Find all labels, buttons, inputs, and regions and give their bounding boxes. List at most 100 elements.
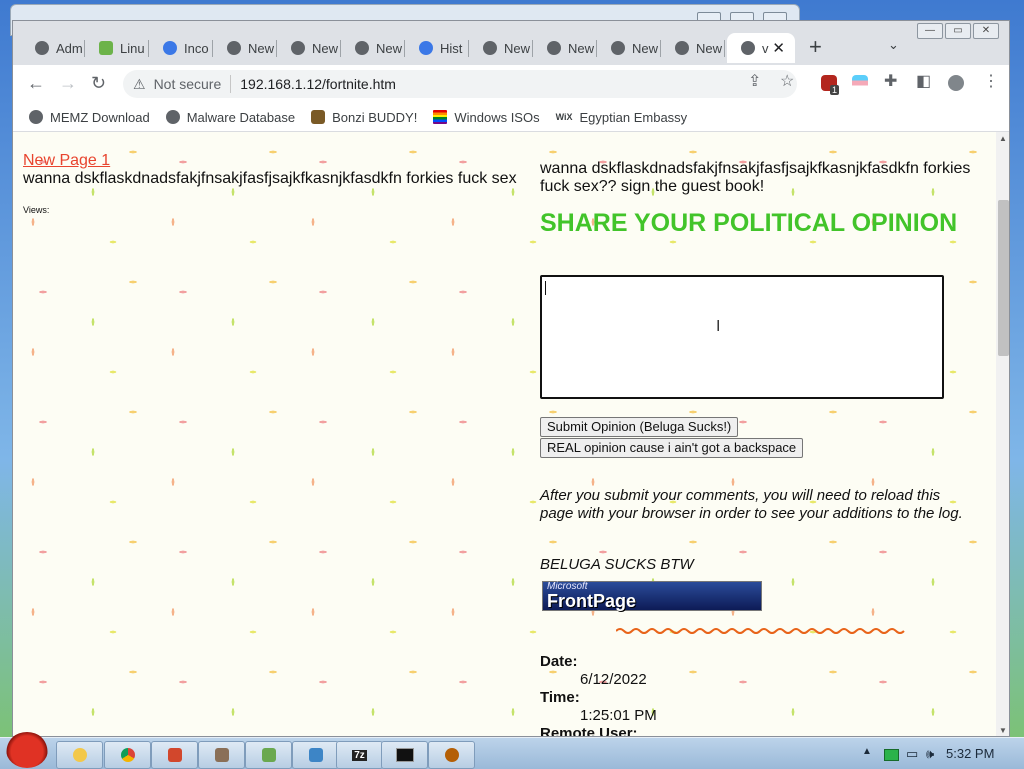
incognito-icon bbox=[163, 41, 177, 55]
forward-button[interactable]: → bbox=[59, 72, 77, 94]
taskbar-cmd[interactable] bbox=[381, 741, 428, 769]
left-text: wanna dskflaskdnadsfakjfnsakjfasfjsajkfk… bbox=[23, 170, 517, 187]
taskbar-app-4[interactable] bbox=[198, 741, 245, 769]
minimize-button[interactable]: — bbox=[917, 23, 943, 39]
bookmark-malware-database[interactable]: Malware Database bbox=[165, 110, 295, 125]
tab-new-6[interactable]: New bbox=[597, 33, 661, 63]
action-center-icon[interactable]: ▭ bbox=[906, 746, 918, 762]
reload-note: After you submit your comments, you will… bbox=[540, 487, 963, 522]
taskbar-chrome[interactable] bbox=[104, 741, 151, 769]
bookmark-egyptian-embassy[interactable]: WiX Egyptian Embassy bbox=[556, 110, 688, 125]
warning-icon: ⚠ bbox=[133, 75, 146, 92]
taskbar-7zip[interactable]: 7z bbox=[336, 741, 383, 769]
bookmarks-bar: MEMZ Download Malware Database Bonzi BUD… bbox=[13, 103, 1009, 132]
beluga-text: BELUGA SUCKS BTW bbox=[540, 556, 694, 573]
taskbar-app-9[interactable] bbox=[428, 741, 475, 769]
chrome-icon bbox=[675, 41, 689, 55]
opinion-textarea[interactable] bbox=[540, 275, 944, 399]
rainbow-flag-icon bbox=[433, 110, 448, 124]
chrome-icon bbox=[291, 41, 305, 55]
network-icon[interactable] bbox=[884, 749, 899, 761]
tab-search-button[interactable]: ⌄ bbox=[888, 37, 899, 53]
time-value: 1:25:01 PM bbox=[580, 707, 657, 724]
chrome-icon bbox=[547, 41, 561, 55]
clock[interactable]: 5:32 PM bbox=[946, 746, 994, 761]
tab-active[interactable]: v ✕ bbox=[727, 33, 795, 63]
scrollbar-thumb[interactable] bbox=[998, 200, 1009, 356]
close-tab-icon[interactable]: ✕ bbox=[772, 39, 785, 57]
tab-new-1[interactable]: New bbox=[213, 33, 277, 63]
app-icon bbox=[214, 748, 229, 762]
side-panel-icon[interactable]: ◧ bbox=[916, 71, 931, 91]
intro-text: wanna dskflaskdnadsfakjfnsakjfasfjsajkfk… bbox=[540, 160, 971, 195]
volume-icon[interactable]: 🕪 bbox=[926, 746, 934, 762]
app-icon bbox=[444, 748, 459, 762]
seven-zip-icon: 7z bbox=[352, 749, 367, 761]
submit-opinion-button[interactable]: Submit Opinion (Beluga Sucks!) bbox=[540, 417, 739, 437]
frontpage-badge: Microsoft FrontPage bbox=[542, 581, 762, 611]
history-icon bbox=[419, 41, 433, 55]
chrome-icon bbox=[120, 748, 135, 762]
extension-badge: 1 bbox=[830, 85, 840, 95]
tab-new-2[interactable]: New bbox=[277, 33, 341, 63]
tab-new-3[interactable]: New bbox=[341, 33, 405, 63]
maximize-button[interactable]: ▭ bbox=[945, 23, 971, 39]
bookmark-star-icon[interactable]: ☆ bbox=[780, 71, 794, 91]
close-button[interactable]: ✕ bbox=[973, 23, 999, 39]
tab-incognito[interactable]: Inco bbox=[149, 33, 213, 63]
taskbar-app-3[interactable] bbox=[151, 741, 198, 769]
reload-button[interactable]: ↻ bbox=[91, 72, 106, 94]
views-counter: Views: bbox=[23, 205, 50, 215]
new-page-link[interactable]: New Page 1 bbox=[23, 152, 110, 170]
address-bar[interactable]: ⚠ Not secure 192.168.1.12/fortnite.htm bbox=[123, 70, 797, 98]
globe-icon bbox=[165, 110, 180, 124]
start-button[interactable] bbox=[6, 732, 48, 768]
tab-new-5[interactable]: New bbox=[533, 33, 597, 63]
new-tab-button[interactable]: + bbox=[809, 35, 822, 59]
app-icon bbox=[167, 748, 182, 762]
linux-mint-icon bbox=[99, 41, 113, 55]
globe-icon bbox=[741, 41, 755, 55]
taskbar-app-6[interactable] bbox=[292, 741, 339, 769]
bookmark-windows-isos[interactable]: Windows ISOs bbox=[433, 110, 540, 125]
ibeam-cursor: I bbox=[716, 318, 721, 335]
bookmark-bonzi[interactable]: Bonzi BUDDY! bbox=[311, 110, 417, 125]
profile-avatar[interactable] bbox=[948, 75, 964, 91]
tab-adm[interactable]: Adm bbox=[21, 33, 85, 63]
bookmark-memz[interactable]: MEMZ Download bbox=[29, 110, 150, 125]
app-icon bbox=[261, 748, 276, 762]
time-label: Time: bbox=[540, 689, 580, 706]
chrome-icon bbox=[227, 41, 241, 55]
taskbar-explorer[interactable] bbox=[56, 741, 103, 769]
wix-icon: WiX bbox=[555, 112, 573, 122]
scroll-down-arrow[interactable]: ▼ bbox=[999, 726, 1007, 735]
not-secure-label[interactable]: Not secure bbox=[154, 76, 222, 92]
terminal-icon bbox=[395, 748, 414, 762]
real-opinion-button[interactable]: REAL opinion cause i ain't got a backspa… bbox=[540, 438, 804, 458]
show-hidden-icons[interactable]: ▲ bbox=[862, 746, 872, 757]
tab-new-4[interactable]: New bbox=[469, 33, 533, 63]
date-value: 6/12/2022 bbox=[580, 671, 647, 688]
browser-window: Adm Linu Inco New New New Hist New New N… bbox=[12, 20, 1010, 737]
flag-extension-icon[interactable] bbox=[852, 75, 868, 91]
share-icon[interactable]: ⇪ bbox=[748, 71, 761, 91]
extensions-puzzle-icon[interactable]: ✚ bbox=[884, 71, 897, 91]
tab-new-7[interactable]: New bbox=[661, 33, 725, 63]
scroll-up-arrow[interactable]: ▲ bbox=[999, 134, 1007, 143]
folder-icon bbox=[72, 748, 87, 762]
tab-history[interactable]: Hist bbox=[405, 33, 469, 63]
vertical-scrollbar[interactable]: ▲ ▼ bbox=[996, 132, 1009, 736]
tab-strip: Adm Linu Inco New New New Hist New New N… bbox=[13, 21, 1009, 65]
globe-icon bbox=[29, 110, 43, 124]
back-button[interactable]: ← bbox=[27, 72, 45, 94]
app-icon bbox=[308, 748, 323, 762]
taskbar-app-5[interactable] bbox=[245, 741, 292, 769]
globe-icon bbox=[35, 41, 49, 55]
browser-toolbar: ← → ↻ ⚠ Not secure 192.168.1.12/fortnite… bbox=[13, 65, 1009, 103]
menu-icon[interactable]: ⋮ bbox=[983, 71, 999, 91]
taskbar: 7z ▲ ▭ 🕪 5:32 PM bbox=[0, 732, 1024, 769]
tab-linux[interactable]: Linu bbox=[85, 33, 149, 63]
url-text[interactable]: 192.168.1.12/fortnite.htm bbox=[240, 76, 396, 92]
chrome-icon bbox=[611, 41, 625, 55]
remote-user-label: Remote User: bbox=[540, 725, 638, 737]
